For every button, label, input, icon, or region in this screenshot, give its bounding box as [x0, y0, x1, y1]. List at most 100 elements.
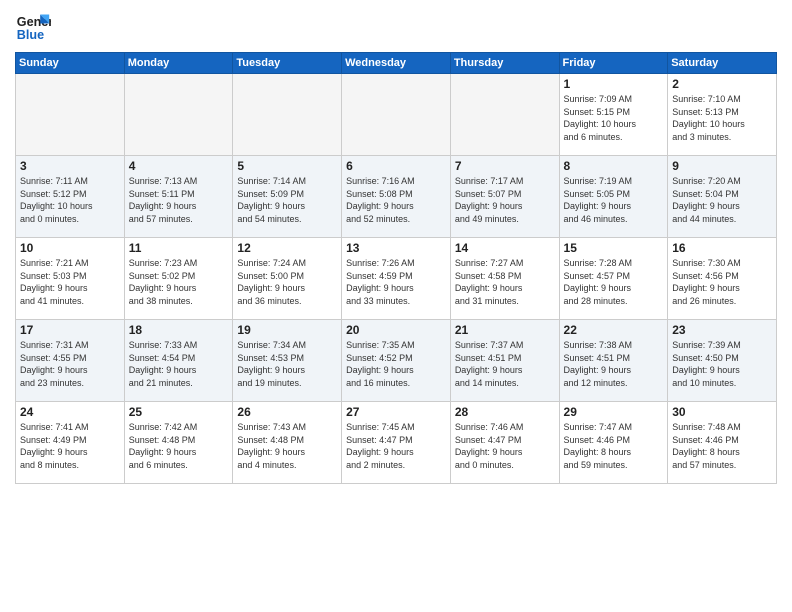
day-number: 11	[129, 241, 229, 255]
day-info: Sunrise: 7:17 AM Sunset: 5:07 PM Dayligh…	[455, 175, 555, 225]
day-info: Sunrise: 7:26 AM Sunset: 4:59 PM Dayligh…	[346, 257, 446, 307]
calendar: SundayMondayTuesdayWednesdayThursdayFrid…	[15, 52, 777, 484]
calendar-cell	[342, 74, 451, 156]
calendar-cell: 15 Sunrise: 7:28 AM Sunset: 4:57 PM Dayli…	[559, 238, 668, 320]
calendar-week-row: 10Sunrise: 7:21 AM Sunset: 5:03 PM Dayli…	[16, 238, 777, 320]
day-number: 1	[564, 77, 664, 91]
day-number: 14	[455, 241, 555, 255]
day-info: Sunrise: 7:11 AM Sunset: 5:12 PM Dayligh…	[20, 175, 120, 225]
day-number: 23	[672, 323, 772, 337]
calendar-cell: 9Sunrise: 7:20 AM Sunset: 5:04 PM Daylig…	[668, 156, 777, 238]
weekday-header: Wednesday	[342, 53, 451, 74]
weekday-header: Saturday	[668, 53, 777, 74]
calendar-cell: 8 Sunrise: 7:19 AM Sunset: 5:05 PM Daylig…	[559, 156, 668, 238]
day-info: Sunrise: 7:14 AM Sunset: 5:09 PM Dayligh…	[237, 175, 337, 225]
calendar-cell: 12 Sunrise: 7:24 AM Sunset: 5:00 PM Dayli…	[233, 238, 342, 320]
calendar-cell: 23 Sunrise: 7:39 AM Sunset: 4:50 PM Dayli…	[668, 320, 777, 402]
weekday-header: Tuesday	[233, 53, 342, 74]
calendar-cell: 5Sunrise: 7:14 AM Sunset: 5:09 PM Daylig…	[233, 156, 342, 238]
calendar-cell	[16, 74, 125, 156]
logo: General Blue	[15, 10, 51, 46]
weekday-header: Monday	[124, 53, 233, 74]
calendar-week-row: 1 Sunrise: 7:09 AM Sunset: 5:15 PM Daylig…	[16, 74, 777, 156]
day-info: Sunrise: 7:39 AM Sunset: 4:50 PM Dayligh…	[672, 339, 772, 389]
day-info: Sunrise: 7:35 AM Sunset: 4:52 PM Dayligh…	[346, 339, 446, 389]
calendar-cell: 29 Sunrise: 7:47 AM Sunset: 4:46 PM Dayli…	[559, 402, 668, 484]
day-info: Sunrise: 7:41 AM Sunset: 4:49 PM Dayligh…	[20, 421, 120, 471]
calendar-cell: 11 Sunrise: 7:23 AM Sunset: 5:02 PM Dayli…	[124, 238, 233, 320]
day-number: 24	[20, 405, 120, 419]
header: General Blue	[15, 10, 777, 46]
day-info: Sunrise: 7:13 AM Sunset: 5:11 PM Dayligh…	[129, 175, 229, 225]
day-number: 9	[672, 159, 772, 173]
calendar-header-row: SundayMondayTuesdayWednesdayThursdayFrid…	[16, 53, 777, 74]
day-number: 3	[20, 159, 120, 173]
day-info: Sunrise: 7:10 AM Sunset: 5:13 PM Dayligh…	[672, 93, 772, 143]
weekday-header: Thursday	[450, 53, 559, 74]
calendar-week-row: 17Sunrise: 7:31 AM Sunset: 4:55 PM Dayli…	[16, 320, 777, 402]
day-info: Sunrise: 7:28 AM Sunset: 4:57 PM Dayligh…	[564, 257, 664, 307]
day-number: 21	[455, 323, 555, 337]
calendar-cell: 17Sunrise: 7:31 AM Sunset: 4:55 PM Dayli…	[16, 320, 125, 402]
calendar-cell: 26 Sunrise: 7:43 AM Sunset: 4:48 PM Dayli…	[233, 402, 342, 484]
day-info: Sunrise: 7:21 AM Sunset: 5:03 PM Dayligh…	[20, 257, 120, 307]
day-info: Sunrise: 7:24 AM Sunset: 5:00 PM Dayligh…	[237, 257, 337, 307]
day-number: 4	[129, 159, 229, 173]
day-number: 18	[129, 323, 229, 337]
calendar-cell: 16Sunrise: 7:30 AM Sunset: 4:56 PM Dayli…	[668, 238, 777, 320]
day-number: 7	[455, 159, 555, 173]
calendar-cell: 13 Sunrise: 7:26 AM Sunset: 4:59 PM Dayli…	[342, 238, 451, 320]
day-info: Sunrise: 7:38 AM Sunset: 4:51 PM Dayligh…	[564, 339, 664, 389]
calendar-cell: 24 Sunrise: 7:41 AM Sunset: 4:49 PM Dayli…	[16, 402, 125, 484]
calendar-cell: 14 Sunrise: 7:27 AM Sunset: 4:58 PM Dayli…	[450, 238, 559, 320]
calendar-cell: 2Sunrise: 7:10 AM Sunset: 5:13 PM Daylig…	[668, 74, 777, 156]
day-info: Sunrise: 7:16 AM Sunset: 5:08 PM Dayligh…	[346, 175, 446, 225]
day-info: Sunrise: 7:19 AM Sunset: 5:05 PM Dayligh…	[564, 175, 664, 225]
day-info: Sunrise: 7:09 AM Sunset: 5:15 PM Dayligh…	[564, 93, 664, 143]
day-info: Sunrise: 7:33 AM Sunset: 4:54 PM Dayligh…	[129, 339, 229, 389]
page: General Blue SundayMondayTuesdayWednesda…	[0, 0, 792, 612]
calendar-cell: 30Sunrise: 7:48 AM Sunset: 4:46 PM Dayli…	[668, 402, 777, 484]
calendar-cell	[450, 74, 559, 156]
calendar-week-row: 24 Sunrise: 7:41 AM Sunset: 4:49 PM Dayli…	[16, 402, 777, 484]
day-info: Sunrise: 7:48 AM Sunset: 4:46 PM Dayligh…	[672, 421, 772, 471]
calendar-cell: 7 Sunrise: 7:17 AM Sunset: 5:07 PM Daylig…	[450, 156, 559, 238]
day-number: 8	[564, 159, 664, 173]
day-info: Sunrise: 7:46 AM Sunset: 4:47 PM Dayligh…	[455, 421, 555, 471]
day-number: 16	[672, 241, 772, 255]
day-number: 12	[237, 241, 337, 255]
day-number: 15	[564, 241, 664, 255]
calendar-cell	[124, 74, 233, 156]
day-number: 20	[346, 323, 446, 337]
day-info: Sunrise: 7:23 AM Sunset: 5:02 PM Dayligh…	[129, 257, 229, 307]
calendar-week-row: 3 Sunrise: 7:11 AM Sunset: 5:12 PM Daylig…	[16, 156, 777, 238]
calendar-cell	[233, 74, 342, 156]
day-number: 13	[346, 241, 446, 255]
day-info: Sunrise: 7:47 AM Sunset: 4:46 PM Dayligh…	[564, 421, 664, 471]
day-info: Sunrise: 7:27 AM Sunset: 4:58 PM Dayligh…	[455, 257, 555, 307]
weekday-header: Friday	[559, 53, 668, 74]
day-info: Sunrise: 7:43 AM Sunset: 4:48 PM Dayligh…	[237, 421, 337, 471]
day-number: 26	[237, 405, 337, 419]
calendar-cell: 25 Sunrise: 7:42 AM Sunset: 4:48 PM Dayli…	[124, 402, 233, 484]
day-number: 25	[129, 405, 229, 419]
day-number: 29	[564, 405, 664, 419]
day-number: 17	[20, 323, 120, 337]
day-info: Sunrise: 7:34 AM Sunset: 4:53 PM Dayligh…	[237, 339, 337, 389]
day-number: 28	[455, 405, 555, 419]
calendar-cell: 28 Sunrise: 7:46 AM Sunset: 4:47 PM Dayli…	[450, 402, 559, 484]
day-number: 6	[346, 159, 446, 173]
weekday-header: Sunday	[16, 53, 125, 74]
calendar-cell: 20 Sunrise: 7:35 AM Sunset: 4:52 PM Dayli…	[342, 320, 451, 402]
calendar-cell: 27Sunrise: 7:45 AM Sunset: 4:47 PM Dayli…	[342, 402, 451, 484]
calendar-cell: 19Sunrise: 7:34 AM Sunset: 4:53 PM Dayli…	[233, 320, 342, 402]
calendar-cell: 4 Sunrise: 7:13 AM Sunset: 5:11 PM Daylig…	[124, 156, 233, 238]
svg-text:Blue: Blue	[17, 28, 44, 42]
day-info: Sunrise: 7:42 AM Sunset: 4:48 PM Dayligh…	[129, 421, 229, 471]
day-info: Sunrise: 7:45 AM Sunset: 4:47 PM Dayligh…	[346, 421, 446, 471]
calendar-cell: 1 Sunrise: 7:09 AM Sunset: 5:15 PM Daylig…	[559, 74, 668, 156]
calendar-cell: 22Sunrise: 7:38 AM Sunset: 4:51 PM Dayli…	[559, 320, 668, 402]
calendar-cell: 21Sunrise: 7:37 AM Sunset: 4:51 PM Dayli…	[450, 320, 559, 402]
logo-icon: General Blue	[15, 10, 51, 46]
calendar-cell: 10Sunrise: 7:21 AM Sunset: 5:03 PM Dayli…	[16, 238, 125, 320]
